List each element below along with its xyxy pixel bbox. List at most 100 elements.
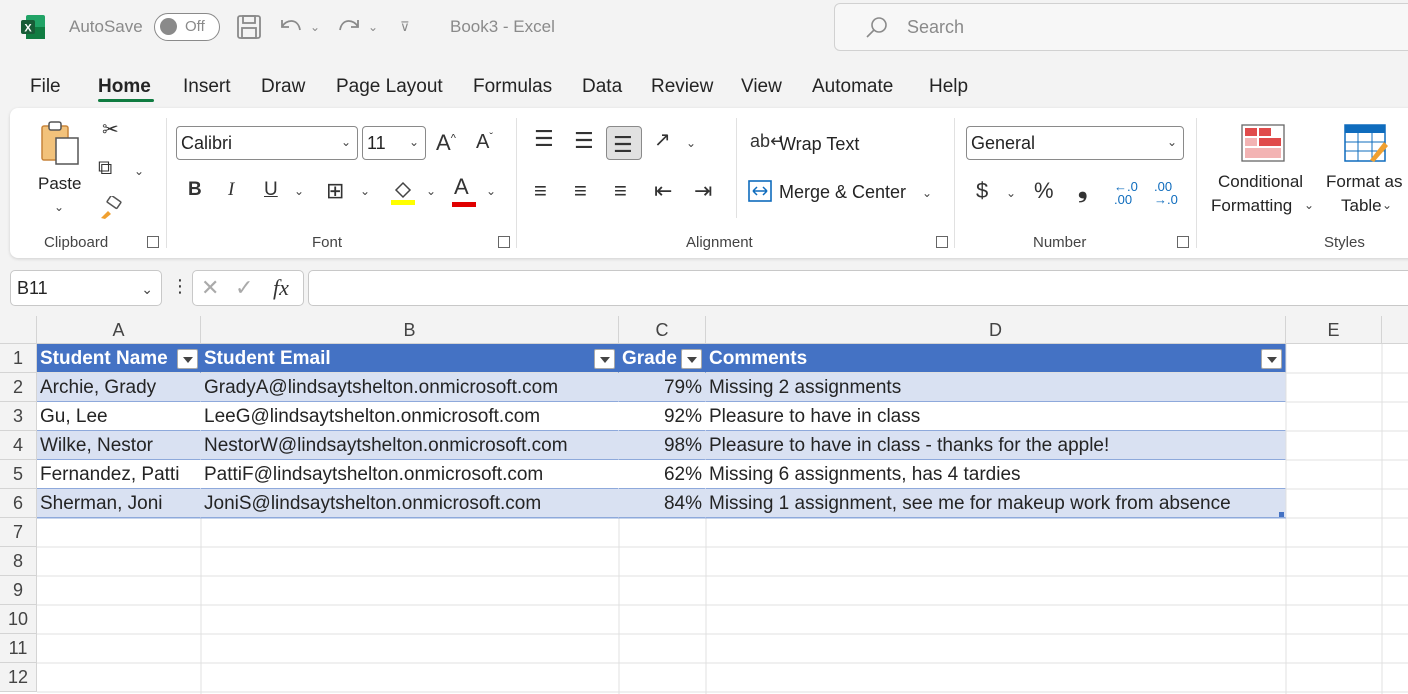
- format-as-table-line2[interactable]: Table: [1341, 196, 1382, 216]
- row-header[interactable]: 7: [0, 518, 37, 547]
- merge-center-button[interactable]: Merge & Center: [779, 182, 906, 203]
- redo-dropdown-chevron-icon[interactable]: ⌄: [368, 20, 378, 34]
- tab-insert[interactable]: Insert: [183, 76, 231, 98]
- number-launcher-icon[interactable]: [1177, 236, 1189, 248]
- paste-icon[interactable]: [38, 120, 86, 168]
- formula-input[interactable]: [308, 270, 1408, 306]
- tab-review[interactable]: Review: [651, 76, 713, 98]
- tab-help[interactable]: Help: [929, 76, 968, 98]
- save-icon[interactable]: [236, 14, 262, 40]
- currency-icon[interactable]: $: [976, 180, 988, 202]
- borders-icon[interactable]: ⊞: [326, 180, 344, 202]
- format-as-table-chevron-icon[interactable]: ⌄: [1382, 198, 1392, 212]
- shrink-font-icon[interactable]: Aˇ: [476, 132, 493, 152]
- cancel-icon[interactable]: ✕: [201, 277, 219, 299]
- orientation-icon[interactable]: ↗: [654, 130, 671, 150]
- row-header[interactable]: 6: [0, 489, 37, 518]
- row-header[interactable]: 5: [0, 460, 37, 489]
- clipboard-launcher-icon[interactable]: [147, 236, 159, 248]
- align-center-icon[interactable]: ≡: [574, 180, 587, 202]
- row-header[interactable]: 11: [0, 634, 37, 663]
- row-header[interactable]: 4: [0, 431, 37, 460]
- increase-indent-icon[interactable]: ⇥: [694, 180, 712, 202]
- enter-icon[interactable]: ✓: [235, 277, 253, 299]
- tab-draw[interactable]: Draw: [261, 76, 305, 98]
- tab-file[interactable]: File: [30, 76, 61, 98]
- fill-color-icon[interactable]: [390, 178, 416, 206]
- number-format-select[interactable]: General ⌄: [966, 126, 1184, 160]
- conditional-formatting-icon[interactable]: [1241, 124, 1285, 162]
- font-size-select[interactable]: 11 ⌄: [362, 126, 426, 160]
- tab-formulas[interactable]: Formulas: [473, 76, 552, 98]
- underline-chevron-icon[interactable]: ⌄: [294, 184, 304, 198]
- svg-text:X: X: [24, 23, 32, 35]
- borders-chevron-icon[interactable]: ⌄: [360, 184, 370, 198]
- font-color-chevron-icon[interactable]: ⌄: [486, 184, 496, 198]
- format-as-table-line1[interactable]: Format as: [1326, 172, 1403, 192]
- conditional-formatting-line2[interactable]: Formatting: [1211, 196, 1292, 216]
- menu-tabs: File Home Insert Draw Page Layout Formul…: [0, 64, 1408, 104]
- font-family-select[interactable]: Calibri ⌄: [176, 126, 358, 160]
- conditional-formatting-chevron-icon[interactable]: ⌄: [1304, 198, 1314, 212]
- row-header[interactable]: 10: [0, 605, 37, 634]
- format-as-table-icon[interactable]: [1344, 124, 1388, 164]
- more-options-icon[interactable]: ⋮: [171, 277, 189, 295]
- tab-data[interactable]: Data: [582, 76, 622, 98]
- underline-button[interactable]: U: [264, 180, 278, 199]
- align-left-icon[interactable]: ≡: [534, 180, 547, 202]
- orientation-chevron-icon[interactable]: ⌄: [686, 136, 696, 150]
- decrease-decimal-icon[interactable]: .00 →.0: [1154, 180, 1178, 206]
- format-painter-icon[interactable]: [98, 196, 124, 220]
- row-header[interactable]: 3: [0, 402, 37, 431]
- align-bottom-button[interactable]: ☰: [606, 126, 642, 160]
- paste-label[interactable]: Paste: [38, 174, 81, 194]
- tab-automate[interactable]: Automate: [812, 76, 893, 98]
- insert-function-icon[interactable]: fx: [273, 277, 289, 299]
- autosave-toggle[interactable]: Off: [154, 13, 220, 41]
- copy-icon[interactable]: ⧉: [98, 158, 112, 178]
- row-header[interactable]: 12: [0, 663, 37, 692]
- conditional-formatting-line1[interactable]: Conditional: [1218, 172, 1303, 192]
- row-header[interactable]: 1: [0, 344, 37, 373]
- redo-icon[interactable]: [336, 14, 362, 38]
- merge-center-chevron-icon[interactable]: ⌄: [922, 186, 932, 200]
- grow-font-icon[interactable]: A^: [436, 132, 456, 154]
- autosave-label: AutoSave: [69, 17, 143, 36]
- paste-dropdown-chevron-icon[interactable]: ⌄: [54, 200, 64, 214]
- wrap-text-button[interactable]: Wrap Text: [779, 134, 859, 155]
- customize-qat-icon[interactable]: ⊽: [400, 19, 410, 35]
- alignment-launcher-icon[interactable]: [936, 236, 948, 248]
- row-header[interactable]: 2: [0, 373, 37, 402]
- tab-page-layout[interactable]: Page Layout: [336, 76, 443, 98]
- search-box[interactable]: Search: [834, 3, 1408, 51]
- align-top-icon[interactable]: ☰: [534, 128, 554, 150]
- font-launcher-icon[interactable]: [498, 236, 510, 248]
- italic-button[interactable]: I: [228, 180, 234, 199]
- align-right-icon[interactable]: ≡: [614, 180, 627, 202]
- increase-decimal-icon[interactable]: ←.0.00: [1114, 180, 1138, 206]
- align-middle-icon[interactable]: ☰: [574, 130, 594, 152]
- row-header[interactable]: 8: [0, 547, 37, 576]
- merge-center-icon[interactable]: [748, 180, 772, 202]
- font-color-icon[interactable]: A: [454, 176, 469, 198]
- percent-icon[interactable]: %: [1034, 180, 1054, 202]
- row-header[interactable]: 9: [0, 576, 37, 605]
- fill-color-chevron-icon[interactable]: ⌄: [426, 184, 436, 198]
- select-all-corner[interactable]: [0, 316, 37, 344]
- name-box[interactable]: B11 ⌄: [10, 270, 162, 306]
- cut-icon[interactable]: ✂: [102, 120, 119, 140]
- name-box-chevron-icon[interactable]: ⌄: [141, 281, 153, 298]
- undo-icon[interactable]: [278, 14, 304, 38]
- title-bar: X AutoSave Off ⌄ ⌄ ⊽ Book3 - Excel Searc…: [0, 0, 1408, 56]
- excel-logo-icon[interactable]: X: [20, 14, 46, 40]
- copy-dropdown-chevron-icon[interactable]: ⌄: [134, 164, 144, 178]
- comma-style-icon[interactable]: ❟: [1078, 178, 1087, 202]
- shrink-font-glyph: A: [476, 131, 490, 153]
- font-group-label: Font: [312, 234, 343, 251]
- tab-view[interactable]: View: [741, 76, 782, 98]
- bold-button[interactable]: B: [188, 180, 202, 199]
- undo-dropdown-chevron-icon[interactable]: ⌄: [310, 20, 320, 34]
- tab-home[interactable]: Home: [98, 76, 151, 98]
- currency-chevron-icon[interactable]: ⌄: [1006, 186, 1016, 200]
- decrease-indent-icon[interactable]: ⇤: [654, 180, 672, 202]
